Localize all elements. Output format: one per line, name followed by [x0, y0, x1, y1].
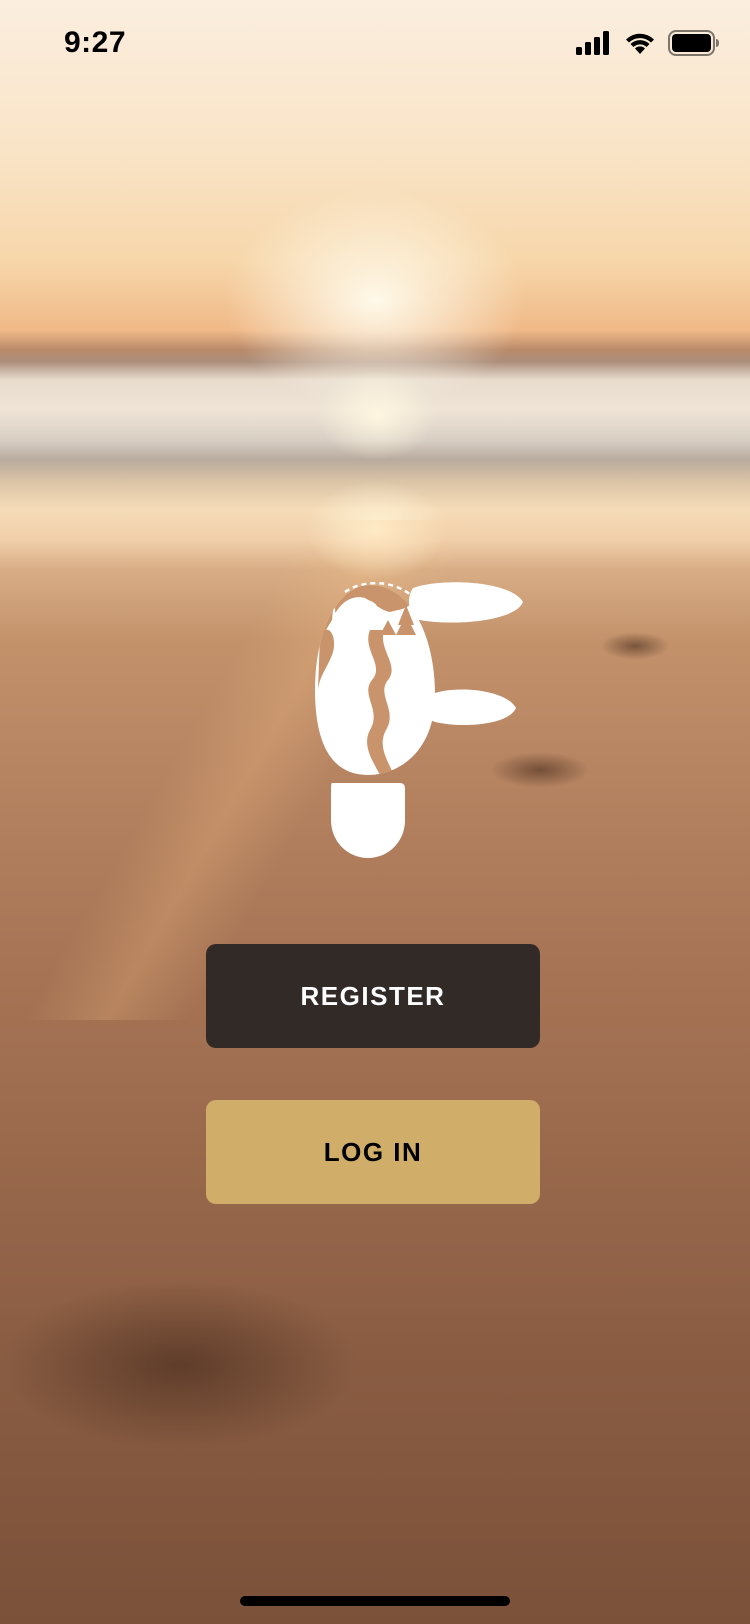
- register-button[interactable]: REGISTER: [206, 944, 540, 1048]
- welcome-screen: 9:27 REGISTER LOG IN: [0, 0, 750, 1624]
- status-time: 9:27: [64, 26, 127, 59]
- battery-icon: [668, 30, 719, 56]
- status-icons: [576, 30, 720, 56]
- wifi-icon: [626, 33, 654, 54]
- status-bar: 9:27: [0, 0, 750, 90]
- cellular-signal-icon: [576, 31, 609, 55]
- footprint-logo-icon: [315, 581, 523, 858]
- background-footprint: [0, 1280, 360, 1450]
- background-footprint: [600, 632, 670, 660]
- login-button[interactable]: LOG IN: [206, 1100, 540, 1204]
- home-indicator[interactable]: [240, 1596, 510, 1606]
